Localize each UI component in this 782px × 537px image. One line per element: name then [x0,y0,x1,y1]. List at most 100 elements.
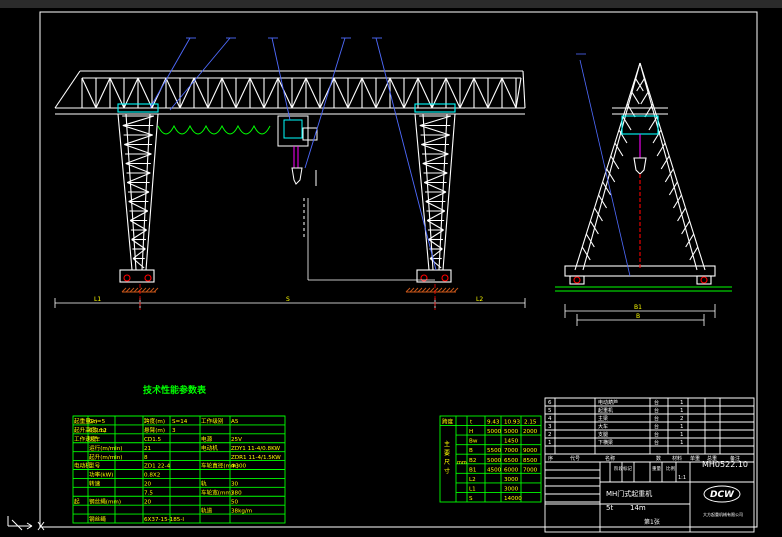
left-leg [117,103,159,283]
spec-cell: 起 [74,498,80,505]
drawing-number: MH0522.10 [702,460,748,469]
right-leg [414,103,456,283]
dim-cell: 7000 [504,448,519,454]
dim-row-key: L2 [469,477,476,483]
parts-list-row: 4 主梁 台 2 [548,415,684,422]
svg-text:6: 6 [548,400,552,406]
svg-text:1: 1 [680,432,684,438]
svg-text:DCW: DCW [710,490,735,500]
dim-label-right: L2 [476,296,483,303]
spec-cell: 20 [144,482,152,488]
weight-label: 重量 [652,465,661,472]
dim-cell: 1450 [504,439,519,445]
svg-text:台: 台 [654,423,659,430]
dim-row-key: S [469,496,473,502]
title-block: 6 电动葫芦台 15 起重机台 14 主梁台 23 大车台 12 支腿台 11 下横梁台 1序 代号 名称数… [544,397,755,533]
dim-cell: 5000 [487,429,502,435]
svg-text:1: 1 [680,424,684,430]
spec-row: 起重量(t)Gn=5 跨度(m) S=14 工作级别 A5 [74,417,239,425]
spec-cell: 0.8X2 [144,473,160,479]
parts-list-row: 1 下横梁 台 1 [548,439,684,446]
side-view: B1 B [555,53,732,326]
spec-cell: 6X37-15-185-I [144,517,184,523]
spec-cell: S=14 [172,419,188,425]
spec-cell: 大车 [89,435,101,443]
front-dimensions [54,198,526,310]
spec-row: 7.5 车轮宽(mm)380 [144,488,242,496]
ground-hatch-right [405,287,459,293]
spec-cell: 30 [231,482,239,488]
spec-table: 技术性能参数表 起重量(t)Gn=5 跨度(m) S=14 工作级别 A5起升高度(m)… [72,384,286,524]
spec-cell: 工作级别 [201,417,224,425]
dim-label-span: S [286,296,290,303]
spec-cell: 3 [172,428,176,434]
parts-header-cell: 单重 [690,455,700,462]
dim-side-label: 尺 [444,459,450,466]
svg-text:5: 5 [548,408,552,414]
dim-cell: 14000 [504,496,522,502]
dim-cell: 5000 [487,458,502,464]
spec-cell: 8 [144,455,148,461]
spec-cell: ZDY1 11-4/0.8KW [231,446,281,452]
ucs-icon [7,516,45,531]
dim-header-cell: 9.43 [487,420,500,426]
product-name: MH门式起重机 [606,489,652,498]
spec-row: 起升高度(m)6.9.12 悬臂(m) 3 [74,426,176,434]
part-leaders [149,37,437,271]
spec-cell: A5 [231,419,239,425]
spec-row: 转速 20 轨 30 [89,480,239,488]
svg-text:台: 台 [654,415,659,422]
dim-cell: 7000 [523,467,538,473]
dim-side-label: 寸 [444,467,450,475]
dim-header-cell: t [470,420,473,426]
spec-cell: 运行(m/min) [89,444,122,452]
dim-side-label: 主 [444,440,450,448]
dim-cell: 2000 [523,429,538,435]
dim-cell: 9000 [523,448,538,454]
dim-unit: mm [457,460,467,466]
spec-cell: 车轮宽(mm) [201,488,233,496]
sheet-label: 第1张 [644,518,660,526]
parts-list-row: 3 大车 台 1 [548,423,684,430]
dim-cell: 8500 [523,458,538,464]
spec-cell: 跨度(m) [144,417,165,425]
svg-text:台: 台 [654,439,659,446]
company-logo: DCW [703,485,741,503]
dim-cell: 4500 [487,467,502,473]
dim-cell: 5000 [504,429,519,435]
spec-cell: 功率(kW) [89,471,113,479]
svg-text:2: 2 [548,432,552,438]
dim-cell: 6500 [504,458,519,464]
dim-header-cell: 跨度 [442,418,454,426]
dim-side-label: 要 [444,450,450,457]
electric-hoist [277,115,318,238]
spec-cell: 电动机 [201,444,218,452]
spec-row: 起 钢丝绳(mm) 20 50 [74,497,239,505]
side-dim-gauge: B [636,313,640,320]
spec-row: 运行(m/min) 21 电动机 ZDY1 11-4/0.8KW [89,444,281,452]
spec-row: 电动机型号 ZD1 22-4 车轮直径(mm)Φ300 [74,462,247,470]
spec-cell: 21 [144,446,152,452]
spec-row: 功率(kW) 0.8X2 [89,471,160,479]
parts-list-row: 6 电动葫芦 台 1 [548,399,684,406]
svg-text:支腿: 支腿 [598,431,608,438]
svg-text:台: 台 [654,431,659,438]
dim-label-left: L1 [94,296,101,303]
spec-cell: 型号 [89,462,101,470]
svg-text:3: 3 [548,424,552,430]
spec-cell: 轨 [201,480,207,488]
spec-cell: 电源 [201,435,213,443]
spec-row: 钢丝绳 6X37-15-185-I [89,515,184,523]
dim-cell: 3000 [504,477,519,483]
dim-row-key: L1 [469,486,476,492]
cad-drawing-canvas: L1 S L2 B1 B 技术性能参数表 起重量(t)Gn=5 跨度(m) S=… [0,8,782,537]
spec-cell: 轨道 [201,506,213,514]
svg-text:台: 台 [654,407,659,414]
spec-cell: 50 [231,499,239,505]
dim-row-key: H [469,429,473,435]
scale-value: 1:1 [678,475,686,481]
spec-cell: Gn=5 [89,419,106,425]
svg-text:2: 2 [680,416,684,422]
parts-header-cell: 序 [548,455,553,462]
spec-cell: 20 [144,499,152,505]
